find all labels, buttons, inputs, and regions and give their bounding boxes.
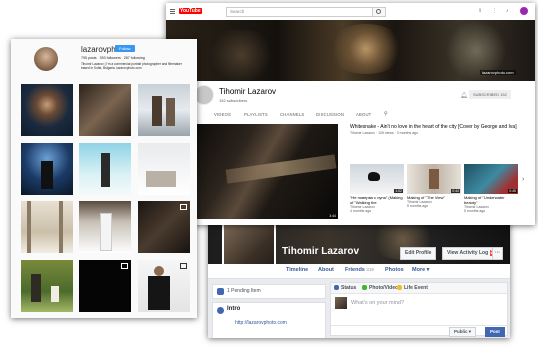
profile-picture[interactable] <box>34 47 58 71</box>
multiple-photos-icon <box>180 263 187 269</box>
bell-icon[interactable]: ♪ <box>506 8 509 14</box>
composer-input[interactable]: What's on your mind? <box>351 300 404 306</box>
video-duration: 0:44 <box>451 189 460 193</box>
channel-name: Tihomir Lazarov <box>219 87 277 96</box>
channel-banner: lazarovphoto.com <box>166 20 535 81</box>
tab-videos[interactable]: VIDEOS <box>214 112 231 117</box>
photo-tile[interactable] <box>21 84 73 136</box>
multiple-photos-icon <box>180 204 187 210</box>
photo-video-tab[interactable]: Photo/Video <box>369 285 398 291</box>
search-input[interactable]: Search <box>226 7 373 17</box>
more-options-button[interactable]: ··· <box>492 247 503 260</box>
video-duration: 1:02 <box>394 189 403 193</box>
youtube-header: YouTube Search ⇪ ⋮ ♪ <box>166 3 535 21</box>
video-thumbnail[interactable]: 1:02 <box>350 164 404 194</box>
flag-icon <box>217 288 224 295</box>
photo-tile[interactable] <box>138 260 190 312</box>
facebook-window: Tihomir Lazarov Edit Profile View Activi… <box>208 212 510 338</box>
subscriber-count: 152 subscribers <box>219 98 248 103</box>
status-tab[interactable]: Status <box>341 285 356 291</box>
video-title[interactable]: "Не поверва с луна" (Making of "Walking … <box>350 195 404 205</box>
photo-tile[interactable] <box>138 201 190 253</box>
photo-tile[interactable] <box>138 84 190 136</box>
video-age: 4 months ago <box>350 209 372 213</box>
channel-avatar[interactable] <box>194 85 214 105</box>
video-thumbnail[interactable]: 0:45 <box>464 164 518 194</box>
apps-icon[interactable]: ⋮ <box>492 8 497 14</box>
pencil-icon <box>334 285 339 290</box>
intro-card: Intro http://lazarovphoto.com <box>212 302 326 338</box>
instagram-window: lazarovphoto Follow 795 posts 393 follow… <box>11 39 197 318</box>
menu-icon[interactable] <box>170 9 175 10</box>
profile-stats: 795 posts 393 followers 287 following <box>81 56 145 60</box>
photo-tile[interactable] <box>21 143 73 195</box>
follow-button[interactable]: Follow <box>115 45 135 52</box>
photo-tile[interactable] <box>79 143 131 195</box>
featured-video-title[interactable]: Whitesnake - Ain't no love in the heart … <box>350 124 530 130</box>
flag-icon <box>397 285 402 290</box>
account-avatar[interactable] <box>520 7 528 15</box>
friends-count: 319 <box>366 267 374 272</box>
camera-icon <box>362 285 367 290</box>
tab-playlists[interactable]: PLAYLISTS <box>244 112 268 117</box>
banner-link[interactable]: lazarovphoto.com <box>480 70 516 75</box>
privacy-selector[interactable]: Public ▾ <box>449 327 477 337</box>
composer-avatar <box>335 297 347 309</box>
photo-tile[interactable] <box>21 201 73 253</box>
search-button[interactable] <box>372 7 386 17</box>
profile-bio: Tihomir Lazarov | I'm a commercial portr… <box>81 62 182 70</box>
search-icon <box>376 9 381 14</box>
profile-tabs: Timeline About Friends 319 Photos More ▾ <box>208 264 510 279</box>
tab-about[interactable]: About <box>318 267 334 273</box>
search-icon[interactable]: ⚲ <box>384 111 388 117</box>
photo-tile[interactable] <box>79 201 131 253</box>
tab-more[interactable]: More ▾ <box>412 267 429 273</box>
photo-tile[interactable] <box>79 260 131 312</box>
video-duration: 0:45 <box>508 189 517 193</box>
tab-timeline[interactable]: Timeline <box>286 267 308 273</box>
composer: Status Photo/Video Life Event What's on … <box>330 282 508 337</box>
tab-channels[interactable]: CHANNELS <box>280 112 304 117</box>
tab-friends[interactable]: Friends 319 <box>345 267 374 273</box>
youtube-window: YouTube Search ⇪ ⋮ ♪ lazarovphoto.com Ti… <box>166 3 535 225</box>
pending-card[interactable]: 1 Pending Item <box>212 284 326 299</box>
video-age: 5 months ago <box>407 204 429 208</box>
edit-profile-button[interactable]: Edit Profile <box>400 247 437 260</box>
channel-body: 3:44 Whitesnake - Ain't no love in the h… <box>166 121 535 225</box>
multiple-photos-icon <box>121 263 128 269</box>
tab-photos[interactable]: Photos <box>385 267 404 273</box>
video-age: 5 months ago <box>464 209 486 213</box>
photo-tile[interactable] <box>138 143 190 195</box>
tab-discussion[interactable]: DISCUSSION <box>316 112 344 117</box>
upload-icon[interactable]: ⇪ <box>478 8 482 14</box>
website-link[interactable]: http://lazarovphoto.com <box>235 320 287 326</box>
youtube-logo[interactable]: YouTube <box>179 8 202 14</box>
pending-items: 1 Pending Item <box>227 288 261 294</box>
post-button[interactable]: Post <box>485 327 505 337</box>
video-title[interactable]: Making of "Underwater beauty" <box>464 195 518 205</box>
notification-bell-icon[interactable]: 🔔︎ <box>460 92 468 99</box>
view-activity-log-button[interactable]: View Activity Log 2 <box>442 247 500 260</box>
photo-tile[interactable] <box>79 84 131 136</box>
featured-video-meta: Tihomir Lazarov · 126 views · 3 months a… <box>350 131 418 135</box>
featured-video-thumbnail[interactable]: 3:44 <box>196 124 338 219</box>
photo-tile[interactable] <box>21 260 73 312</box>
life-event-tab[interactable]: Life Event <box>404 285 428 291</box>
intro-heading: Intro <box>227 306 241 312</box>
globe-icon <box>217 307 224 314</box>
video-duration: 3:44 <box>328 214 337 218</box>
tab-about[interactable]: ABOUT <box>356 112 371 117</box>
video-thumbnail[interactable]: 0:44 <box>407 164 461 194</box>
next-arrow-icon[interactable]: › <box>522 176 524 183</box>
profile-name[interactable]: Tihomir Lazarov <box>282 246 359 257</box>
subscribe-button[interactable]: SUBSCRIBED 152 <box>469 90 511 99</box>
